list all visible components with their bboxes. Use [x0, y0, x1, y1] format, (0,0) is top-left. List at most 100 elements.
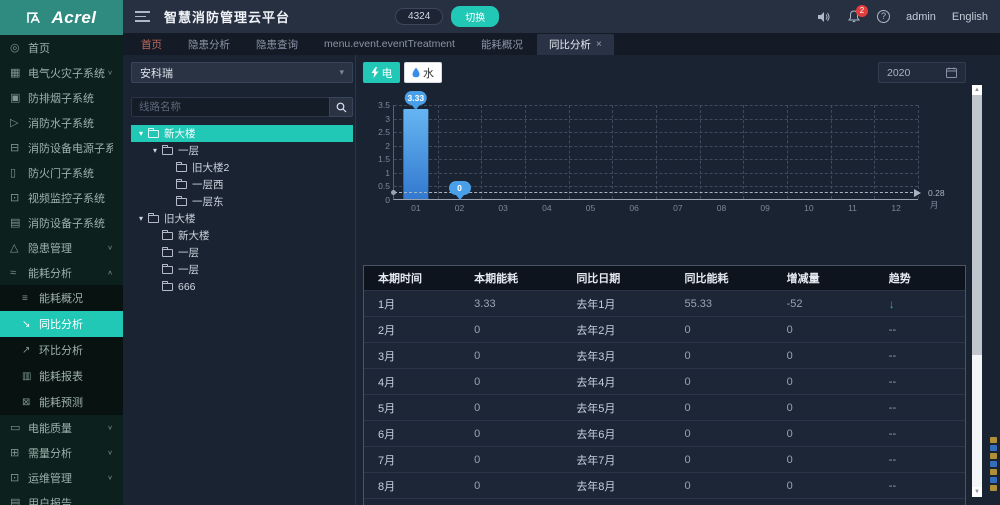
- cell-trend: --: [888, 349, 897, 362]
- line-search-input[interactable]: [131, 97, 329, 117]
- water-toggle-label: 水: [423, 67, 434, 80]
- collapse-menu-icon[interactable]: [135, 11, 150, 22]
- sidebar-item-电气火灾子系统[interactable]: ▦ 电气火灾子系统 ∨: [0, 60, 123, 85]
- cell-energy: 0: [474, 427, 481, 440]
- tab-2[interactable]: 隐患查询: [244, 34, 310, 55]
- tree-node-旧大楼[interactable]: ▾ 旧大楼: [131, 210, 353, 227]
- search-button[interactable]: [329, 97, 353, 117]
- sidebar-item-用户报告[interactable]: ▤ 用户报告: [0, 490, 123, 505]
- sidebar-item-消防水子系统[interactable]: ▷ 消防水子系统: [0, 110, 123, 135]
- tab-4[interactable]: 能耗概况: [469, 34, 535, 55]
- sidebar-item-同比分析[interactable]: ↘ 同比分析: [0, 311, 123, 337]
- cell-delta: 0: [786, 349, 793, 362]
- sidebar-item-环比分析[interactable]: ↗ 环比分析: [0, 337, 123, 363]
- y-tick-label: 2.5: [378, 127, 390, 138]
- tree-node-一层[interactable]: ▾ 一层: [131, 142, 353, 159]
- x-tick-label: 04: [542, 203, 552, 213]
- tree-expand-icon[interactable]: ▾: [135, 214, 147, 223]
- sidebar-item-能耗概况[interactable]: ≡ 能耗概况: [0, 285, 123, 311]
- cell-period: 8月: [378, 480, 396, 493]
- year-picker[interactable]: 2020: [878, 62, 966, 83]
- tab-5[interactable]: 同比分析 ×: [536, 33, 614, 55]
- trend-down-icon: ↓: [888, 296, 895, 311]
- sidebar-item-电能质量[interactable]: ▭ 电能质量 ∨: [0, 415, 123, 440]
- sidebar-item-视频监控子系统[interactable]: ⊡ 视频监控子系统: [0, 185, 123, 210]
- sidebar-item-隐患管理[interactable]: △ 隐患管理 ∨: [0, 235, 123, 260]
- yoy-table: 本期时间 本期能耗 同比日期 同比能耗 增减量 趋势 1月 3.33 去年1月 55.33 -52…: [363, 265, 966, 505]
- sidebar-item-label: 能耗概况: [39, 293, 83, 305]
- tree-node-一层[interactable]: 一层: [131, 261, 353, 278]
- average-line-arrow: [914, 189, 925, 198]
- sidebar-item-运维管理[interactable]: ⊡ 运维管理 ∨: [0, 465, 123, 490]
- tree-node-一层[interactable]: 一层: [131, 244, 353, 261]
- energy-report-icon: ▥: [22, 370, 32, 382]
- scrollbar-thumb[interactable]: [972, 95, 982, 355]
- tree-node-一层西[interactable]: 一层西: [131, 176, 353, 193]
- notification-bell-icon[interactable]: 2: [847, 4, 868, 24]
- column-header-2: 同比日期: [576, 273, 621, 285]
- water-drop-icon: [412, 67, 420, 78]
- tree-node-新大楼[interactable]: 新大楼: [131, 227, 353, 244]
- tree-node-label: 666: [178, 280, 196, 293]
- vertical-watermark: [990, 437, 997, 491]
- cell-period: 5月: [378, 402, 396, 415]
- user-menu[interactable]: admin: [906, 11, 936, 23]
- x-tick-label: 11: [848, 203, 857, 213]
- brand-logo: Acrel: [0, 0, 123, 35]
- column-header-0: 本期时间: [378, 273, 422, 285]
- sidebar-item-消防设备子系统[interactable]: ▤ 消防设备子系统: [0, 210, 123, 235]
- gridline-v: [525, 105, 526, 199]
- table-row: 7月 0 去年7月 0 0 --: [364, 446, 965, 472]
- vertical-scrollbar[interactable]: ▲ ▼: [972, 85, 982, 497]
- sidebar-item-能耗预测[interactable]: ⊠ 能耗预测: [0, 389, 123, 415]
- sidebar-item-需量分析[interactable]: ⊞ 需量分析 ∨: [0, 440, 123, 465]
- sidebar-item-防排烟子系统[interactable]: ▣ 防排烟子系统: [0, 85, 123, 110]
- chevron-down-icon: ∨: [107, 68, 113, 77]
- sidebar-item-label: 能耗预测: [39, 397, 83, 409]
- tree-node-一层东[interactable]: 一层东: [131, 193, 353, 210]
- x-tick-label: 03: [498, 203, 508, 213]
- organization-select[interactable]: 安科瑞 ▾: [131, 62, 353, 83]
- folder-icon: [176, 178, 187, 189]
- sidebar-item-首页[interactable]: ◎ 首页: [0, 35, 123, 60]
- tab-0[interactable]: 首页: [129, 34, 174, 55]
- electric-toggle-button[interactable]: 电: [363, 62, 400, 83]
- sidebar-item-消防设备电源子系统[interactable]: ⊟ 消防设备电源子系统: [0, 135, 123, 160]
- x-tick-label: 09: [760, 203, 770, 213]
- help-icon[interactable]: ?: [876, 10, 890, 23]
- table-body: 1月 3.33 去年1月 55.33 -52 ↓ 2月 0 去年2月 0 0 -- 3月 0 去年3月 0 0-…: [364, 290, 965, 505]
- average-line-label: 0.28: [928, 188, 945, 199]
- analysis-pane: 电 水 2020 0 0.5 1 1.5 2 2.5 3 3.5 01 02 03 04 05 06 07 0…: [363, 62, 966, 505]
- yoy-bar-chart: 0 0.5 1 1.5 2 2.5 3 3.5 01 02 03 04 05 06 07 08 09 10 11 12…: [363, 89, 966, 241]
- energy-overview-icon: ≡: [22, 292, 28, 304]
- scroll-down-button[interactable]: ▼: [972, 487, 982, 497]
- tab-1[interactable]: 隐患分析: [176, 34, 242, 55]
- water-toggle-button[interactable]: 水: [404, 62, 442, 83]
- tree-expand-icon[interactable]: ▾: [135, 129, 147, 138]
- sidebar-item-能耗报表[interactable]: ▥ 能耗报表: [0, 363, 123, 389]
- sidebar-item-防火门子系统[interactable]: ▯ 防火门子系统: [0, 160, 123, 185]
- cell-yoy_date: 去年2月: [576, 324, 616, 337]
- tab-label: 隐患查询: [256, 38, 298, 51]
- x-tick-label: 05: [585, 203, 596, 213]
- cell-yoy_energy: 0: [684, 349, 691, 362]
- bar-month-01: [403, 108, 429, 199]
- x-tick-label: 12: [891, 203, 901, 213]
- cell-yoy_energy: 0: [684, 375, 691, 388]
- switch-button[interactable]: 切换: [451, 6, 500, 27]
- tree-node-label: 新大楼: [178, 230, 210, 242]
- tree-node-旧大楼2[interactable]: 旧大楼2: [131, 159, 353, 176]
- tab-close-icon[interactable]: ×: [596, 39, 602, 50]
- tree-node-新大楼[interactable]: ▾ 新大楼: [131, 125, 353, 142]
- tree-node-666[interactable]: 666: [131, 278, 353, 295]
- sidebar-item-label: 运维管理: [28, 472, 72, 485]
- chart-plot-area: 0 0.5 1 1.5 2 2.5 3 3.5 01 02 03 04 05 06 07 08 09 10 11 12…: [378, 90, 945, 213]
- volume-icon[interactable]: [817, 10, 831, 24]
- tree-expand-icon[interactable]: ▾: [149, 146, 161, 155]
- tab-3[interactable]: menu.event.eventTreatment: [312, 35, 467, 53]
- tree-node-label: 一层: [178, 264, 199, 276]
- scroll-up-button[interactable]: ▲: [972, 85, 982, 95]
- sidebar-item-能耗分析[interactable]: ≈ 能耗分析 ∧: [0, 260, 123, 285]
- language-switcher[interactable]: English: [952, 11, 988, 23]
- cell-yoy_date: 去年1月: [576, 298, 616, 311]
